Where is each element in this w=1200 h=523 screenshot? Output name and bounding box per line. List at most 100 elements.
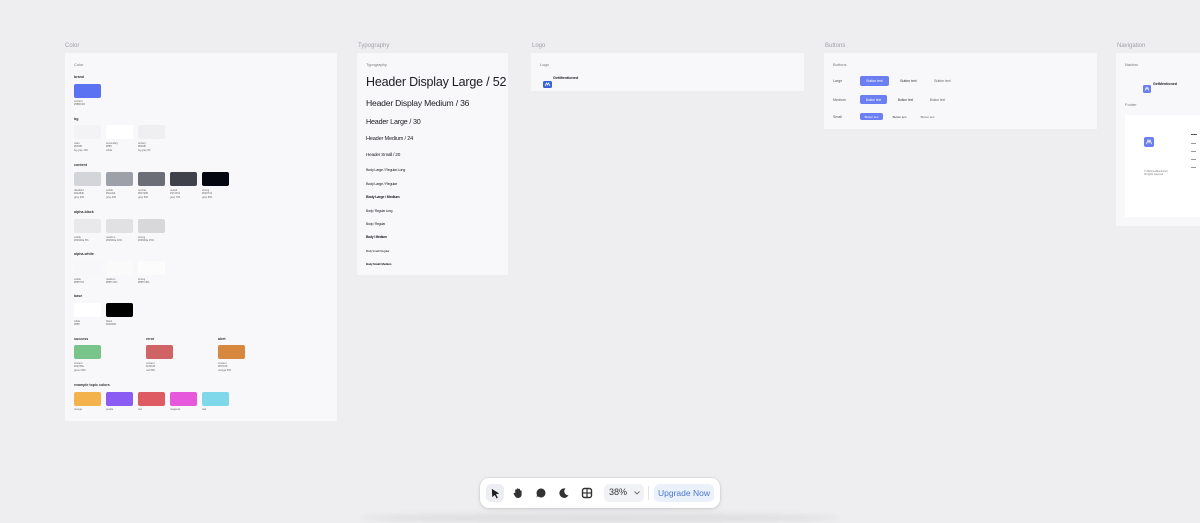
typo-header-display-large: Header Display Large / 52 bbox=[366, 75, 507, 89]
bg-caption-main: main #f3f4f6 bg gray 100 bbox=[74, 142, 88, 152]
topic-caption-teal: teal bbox=[202, 408, 207, 411]
button-medium-primary[interactable]: Button text bbox=[860, 95, 887, 104]
footer-title: Footer bbox=[1125, 102, 1137, 107]
alpha-black-swatch-strong[interactable] bbox=[138, 219, 165, 233]
button-medium-secondary[interactable]: Button text bbox=[892, 95, 919, 104]
typo-body-regular: Body / Regular bbox=[366, 222, 386, 226]
brand-heading: brand bbox=[74, 75, 84, 79]
alpha-white-swatch-subtle[interactable] bbox=[74, 261, 101, 275]
success-swatch[interactable] bbox=[74, 345, 101, 359]
error-swatch[interactable] bbox=[146, 345, 173, 359]
logo-wordmark: GetMentioned bbox=[553, 76, 579, 80]
typo-body-large-regular: Body Large / Regular bbox=[366, 182, 397, 186]
topic-swatch-magenta[interactable] bbox=[170, 392, 197, 406]
button-large-secondary[interactable]: Button text bbox=[894, 76, 923, 86]
pointer-icon bbox=[491, 488, 499, 498]
zoom-level: 38% bbox=[609, 487, 628, 497]
frame-label-navigation[interactable]: Navigation bbox=[1117, 43, 1145, 49]
typo-body-small-regular: Body Small / Regular bbox=[366, 249, 390, 253]
getmentioned-logo-icon bbox=[543, 75, 552, 88]
content-swatch-subtle[interactable] bbox=[106, 172, 133, 186]
buttons-frame[interactable]: Buttons Large Medium Small Button text B… bbox=[824, 53, 1097, 129]
footer-preview: © 2024 GetMentioned All rights reserved bbox=[1125, 115, 1200, 217]
logo-frame[interactable]: Logo GetMentioned bbox=[531, 53, 804, 91]
footer-link-line bbox=[1191, 159, 1196, 160]
button-small-primary[interactable]: Button text bbox=[860, 113, 883, 120]
toolbar-divider bbox=[648, 486, 649, 500]
navbar-brand[interactable]: GetMentioned bbox=[1153, 82, 1177, 86]
alpha-black-swatch-subtle[interactable] bbox=[74, 219, 101, 233]
alpha-white-caption-strong: strong #ffffff 15% bbox=[138, 278, 150, 285]
navbar-logo-icon bbox=[1143, 80, 1151, 93]
hand-tool[interactable] bbox=[509, 484, 527, 502]
frame-label-color[interactable]: Color bbox=[65, 43, 79, 49]
base-swatch-black[interactable] bbox=[106, 303, 133, 317]
brand-caption: content #5B6CF0 bbox=[74, 100, 85, 107]
button-large-primary[interactable]: Button text bbox=[860, 76, 889, 86]
alpha-white-swatch-medium[interactable] bbox=[106, 261, 133, 275]
alpha-white-caption-medium: medium #ffffff 10% bbox=[106, 278, 118, 285]
color-frame-title: Color bbox=[74, 62, 84, 67]
typo-header-display-medium: Header Display Medium / 36 bbox=[366, 98, 470, 108]
typography-frame[interactable]: Typography Header Display Large / 52 Hea… bbox=[357, 53, 508, 275]
frame-icon bbox=[581, 487, 593, 499]
typography-frame-title: Typography bbox=[366, 62, 387, 67]
buttons-frame-title: Buttons bbox=[833, 62, 847, 67]
topic-swatch-purple[interactable] bbox=[106, 392, 133, 406]
topic-swatch-red[interactable] bbox=[138, 392, 165, 406]
footer-link-line bbox=[1191, 167, 1196, 168]
topic-heading: example topic colors bbox=[74, 383, 110, 387]
content-caption-muted: muted #374151 gray 700 bbox=[170, 189, 181, 199]
pointer-tool[interactable] bbox=[486, 484, 504, 502]
button-small-secondary[interactable]: Button text bbox=[888, 113, 911, 120]
topic-caption-purple: purple bbox=[106, 408, 114, 411]
alert-swatch[interactable] bbox=[218, 345, 245, 359]
button-large-tertiary[interactable]: Button text bbox=[928, 76, 957, 86]
alpha-black-caption-medium: medium #00000a 10% bbox=[106, 236, 123, 243]
content-heading: content bbox=[74, 163, 87, 167]
alert-heading: alert bbox=[218, 337, 226, 341]
brand-swatch[interactable] bbox=[74, 84, 101, 98]
bg-swatch-secondary[interactable] bbox=[106, 125, 133, 139]
comment-tool[interactable] bbox=[532, 484, 550, 502]
frame-tool[interactable] bbox=[578, 484, 596, 502]
bg-swatch-tertiary[interactable] bbox=[138, 125, 165, 139]
alpha-white-swatch-strong[interactable] bbox=[138, 261, 165, 275]
content-caption-strong: strong #030712 gray 950 bbox=[202, 189, 213, 199]
chevron-down-icon bbox=[634, 491, 640, 495]
frame-label-typography[interactable]: Typography bbox=[358, 43, 389, 49]
footer-copyright: © 2024 GetMentioned All rights reserved bbox=[1144, 170, 1168, 177]
content-swatch-normal[interactable] bbox=[138, 172, 165, 186]
topic-swatch-teal[interactable] bbox=[202, 392, 229, 406]
bg-caption-tertiary: tertiary #f9fafb bg gray 50 bbox=[138, 142, 151, 152]
base-caption-black: black #000000 bbox=[106, 320, 117, 327]
color-frame[interactable]: Color brand content #5B6CF0 bg main #f3f4f… bbox=[65, 53, 337, 421]
alpha-black-swatch-medium[interactable] bbox=[106, 219, 133, 233]
typo-body-large-medium: Body Large / Medium bbox=[366, 195, 400, 199]
zoom-dropdown[interactable]: 38% bbox=[604, 484, 644, 502]
navigation-frame[interactable]: Navbar GetMentioned Footer © 2024 GetMen… bbox=[1116, 53, 1200, 226]
button-small-tertiary[interactable]: Button text bbox=[916, 113, 939, 120]
topic-swatch-orange[interactable] bbox=[74, 392, 101, 406]
toolbar-shadow bbox=[360, 513, 840, 523]
theme-tool[interactable] bbox=[555, 484, 573, 502]
base-heading: base bbox=[74, 294, 83, 298]
button-medium-tertiary[interactable]: Button text bbox=[924, 95, 951, 104]
alert-caption: content #f97316 orange 500 bbox=[218, 362, 232, 372]
frame-label-buttons[interactable]: Buttons bbox=[825, 43, 845, 49]
typo-body-small-medium: Body Small / Medium bbox=[366, 262, 392, 266]
content-caption-disabled: disabled #d1d5db gray 300 bbox=[74, 189, 85, 199]
bg-swatch-main[interactable] bbox=[74, 125, 101, 139]
alpha-white-caption-subtle: subtle #ffffff 5% bbox=[74, 278, 85, 285]
base-swatch-white[interactable] bbox=[74, 303, 101, 317]
success-caption: content #22c55e green 500 bbox=[74, 362, 86, 372]
content-swatch-strong[interactable] bbox=[202, 172, 229, 186]
content-swatch-disabled[interactable] bbox=[74, 172, 101, 186]
button-row-medium-label: Medium bbox=[833, 98, 846, 102]
typo-body-medium: Body / Medium bbox=[366, 235, 387, 239]
upgrade-now-button[interactable]: Upgrade Now bbox=[654, 484, 714, 502]
button-row-small-label: Small bbox=[833, 115, 842, 119]
content-swatch-muted[interactable] bbox=[170, 172, 197, 186]
logo-frame-title: Logo bbox=[540, 62, 549, 67]
frame-label-logo[interactable]: Logo bbox=[532, 43, 545, 49]
